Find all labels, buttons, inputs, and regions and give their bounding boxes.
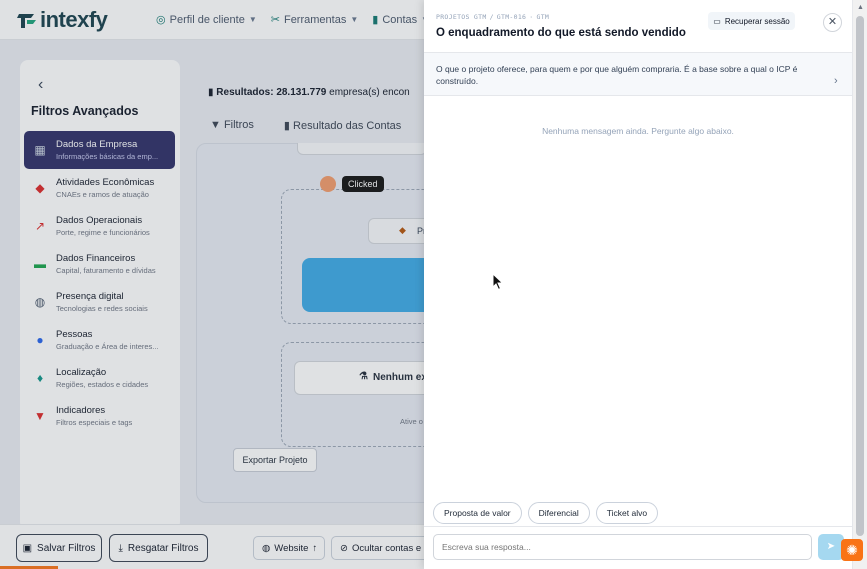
folder-icon: ▭ bbox=[713, 16, 721, 26]
chevron-right-icon: › bbox=[834, 75, 838, 87]
message-input[interactable] bbox=[433, 534, 812, 560]
mouse-cursor-icon bbox=[492, 273, 504, 291]
breadcrumb-item: GTM bbox=[536, 13, 550, 21]
scrollbar-thumb[interactable] bbox=[856, 16, 864, 536]
context-text: O que o projeto oferece, para quem e por… bbox=[436, 64, 798, 86]
button-label: Recuperar sessão bbox=[724, 16, 790, 26]
backdrop-overlay[interactable] bbox=[0, 0, 424, 569]
close-icon[interactable]: ✕ bbox=[823, 13, 842, 32]
recover-session-button[interactable]: ▭ Recuperar sessão bbox=[708, 12, 795, 30]
chip-ticket-alvo[interactable]: Ticket alvo bbox=[595, 502, 659, 524]
breadcrumb: PROJETOS GTM / GTM-016 · GTM bbox=[436, 13, 550, 21]
breadcrumb-item[interactable]: GTM-016 bbox=[497, 13, 527, 21]
chip-proposta-de-valor[interactable]: Proposta de valor bbox=[433, 502, 522, 524]
context-banner[interactable]: O que o projeto oferece, para quem e por… bbox=[424, 52, 852, 96]
scroll-up-icon[interactable]: ▲ bbox=[857, 4, 864, 11]
chat-panel: PROJETOS GTM / GTM-016 · GTM O enquadramento… bbox=[424, 0, 852, 569]
chip-diferencial[interactable]: Diferencial bbox=[527, 502, 590, 524]
divider bbox=[424, 526, 852, 527]
sparkle-icon[interactable]: ✺ bbox=[841, 539, 863, 561]
breadcrumb-item[interactable]: PROJETOS GTM bbox=[436, 13, 487, 21]
page-scrollbar[interactable]: ▲ ▼ bbox=[852, 0, 867, 569]
suggestion-chips: Proposta de valor Diferencial Ticket alv… bbox=[433, 502, 659, 524]
panel-title: O enquadramento do que está sendo vendid… bbox=[436, 27, 686, 39]
empty-state-message: Nenhuma mensagem ainda. Pergunte algo ab… bbox=[542, 126, 734, 136]
send-icon: ➤ bbox=[826, 541, 836, 552]
